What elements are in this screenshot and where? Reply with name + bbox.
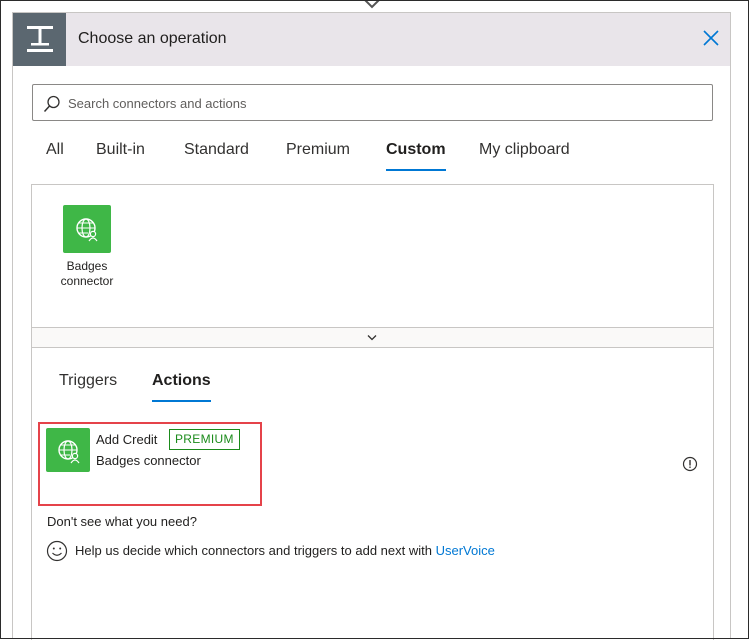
info-icon[interactable] xyxy=(682,456,698,472)
panel-header: Choose an operation xyxy=(13,13,730,66)
smiley-icon xyxy=(46,540,68,562)
tab-my-clipboard[interactable]: My clipboard xyxy=(479,141,570,171)
uservoice-link[interactable]: UserVoice xyxy=(436,543,495,558)
panel-title: Choose an operation xyxy=(78,30,227,47)
tab-premium[interactable]: Premium xyxy=(286,141,350,171)
tab-all[interactable]: All xyxy=(46,141,64,171)
connectors-list: Badges connector xyxy=(31,184,714,327)
help-title: Don't see what you need? xyxy=(47,514,197,529)
category-tabs: All Built-in Standard Premium Custom My … xyxy=(13,141,730,181)
search-input[interactable] xyxy=(68,91,698,115)
connector-icon xyxy=(63,205,111,253)
tab-actions[interactable]: Actions xyxy=(152,372,211,402)
help-text: Help us decide which connectors and trig… xyxy=(75,543,432,558)
choose-operation-panel: Choose an operation All Built-in Standar… xyxy=(12,12,731,640)
collapse-toggle[interactable] xyxy=(31,327,714,348)
search-icon xyxy=(43,95,60,113)
connector-tile-badges[interactable]: Badges connector xyxy=(52,205,122,289)
search-box[interactable] xyxy=(32,84,713,121)
help-text-wrapper: Help us decide which connectors and trig… xyxy=(75,543,495,558)
connector-label: Badges connector xyxy=(60,259,114,288)
operation-icon-box xyxy=(13,13,66,66)
globe-user-icon xyxy=(76,218,98,242)
actions-panel: Triggers Actions Add Credit PREMIUM Badg… xyxy=(31,348,714,640)
globe-user-icon xyxy=(58,440,80,464)
tab-triggers[interactable]: Triggers xyxy=(59,372,117,402)
action-icon xyxy=(46,428,90,472)
action-item-add-credit[interactable]: Add Credit PREMIUM Badges connector xyxy=(46,428,698,474)
action-title: Add Credit xyxy=(96,432,158,447)
arrow-down-icon xyxy=(364,0,380,9)
action-connector-name: Badges connector xyxy=(96,453,201,468)
tab-standard[interactable]: Standard xyxy=(184,141,249,171)
chevron-down-icon xyxy=(367,335,377,341)
premium-badge: PREMIUM xyxy=(169,429,240,450)
operation-icon xyxy=(27,26,53,52)
tab-built-in[interactable]: Built-in xyxy=(96,141,145,171)
close-icon[interactable] xyxy=(700,27,722,49)
tab-custom[interactable]: Custom xyxy=(386,141,446,171)
